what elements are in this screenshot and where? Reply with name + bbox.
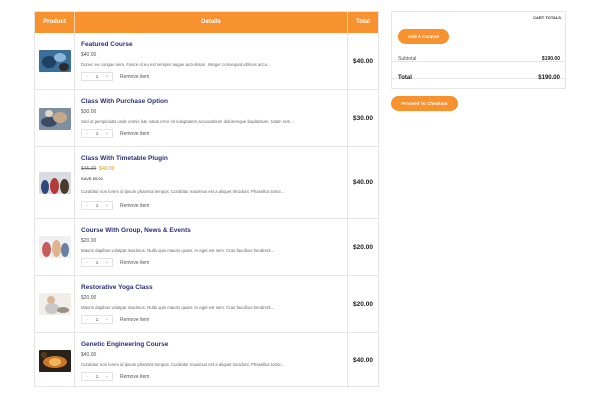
quantity-value[interactable]: 1 — [92, 374, 102, 379]
product-description: Curabitur non lorem id ipsum pharetra te… — [81, 362, 285, 367]
product-description: Curabitur non lorem id ipsum pharetra te… — [81, 189, 285, 194]
product-thumbnail[interactable] — [39, 50, 71, 72]
product-thumbnail[interactable] — [39, 108, 71, 130]
table-header: Product Details Total — [35, 12, 378, 33]
product-title[interactable]: Featured Course — [81, 41, 133, 48]
sale-price: $40.00 — [99, 166, 115, 172]
increase-button[interactable]: + — [102, 203, 112, 208]
increase-button[interactable]: + — [102, 131, 112, 136]
quantity-stepper: - 1 + — [81, 201, 113, 210]
increase-button[interactable]: + — [102, 260, 112, 265]
decrease-button[interactable]: - — [82, 374, 92, 379]
quantity-value[interactable]: 1 — [92, 260, 102, 265]
quantity-stepper: - 1 + — [81, 72, 113, 81]
product-thumbnail[interactable] — [39, 350, 71, 372]
table-body: Featured Course $40.00 Donec eu congue s… — [35, 33, 378, 388]
product-description: Mauris dapibus volutpat maximus. Nulla q… — [81, 248, 275, 253]
product-price: $40.00 — [81, 52, 97, 58]
divider — [392, 61, 565, 62]
product-description: Donec eu congue sem. Fusce ut eu est sem… — [81, 62, 271, 67]
increase-button[interactable]: + — [102, 317, 112, 322]
header-product: Product — [35, 12, 75, 33]
row-total: $40.00 — [353, 57, 373, 65]
product-thumbnail[interactable] — [39, 293, 71, 315]
header-total: Total — [356, 19, 370, 25]
subtotal-label: Subtotal — [398, 56, 417, 62]
product-title[interactable]: Class With Timetable Plugin — [81, 155, 168, 162]
product-price: $20.00 — [81, 238, 97, 244]
quantity-stepper: - 1 + — [81, 258, 113, 267]
product-price: $45.00 $40.00 — [81, 166, 115, 172]
row-total: $40.00 — [353, 179, 373, 186]
table-row: Restorative Yoga Class $20.00 Mauris dap… — [35, 276, 378, 333]
remove-item-link[interactable]: Remove item — [120, 317, 149, 323]
row-total: $20.00 — [353, 300, 373, 308]
product-description: Sed ut perspiciatis unde omnis iste natu… — [81, 119, 294, 124]
remove-item-link[interactable]: Remove item — [120, 203, 149, 209]
quantity-stepper: - 1 + — [81, 315, 113, 324]
table-row: Class With Purchase Option $30.00 Sed ut… — [35, 90, 378, 147]
quantity-value[interactable]: 1 — [92, 74, 102, 79]
product-thumbnail[interactable] — [39, 172, 71, 194]
quantity-value[interactable]: 1 — [92, 317, 102, 322]
table-row: Featured Course $40.00 Donec eu congue s… — [35, 33, 378, 90]
product-title[interactable]: Course With Group, News & Events — [81, 227, 191, 234]
remove-item-link[interactable]: Remove item — [120, 131, 149, 137]
row-total: $30.00 — [353, 114, 373, 122]
remove-item-link[interactable]: Remove item — [120, 374, 149, 380]
product-title[interactable]: Class With Purchase Option — [81, 98, 168, 105]
quantity-value[interactable]: 1 — [92, 131, 102, 136]
remove-item-link[interactable]: Remove item — [120, 260, 149, 266]
table-row: Course With Group, News & Events $20.00 … — [35, 219, 378, 276]
savings-badge: SAVE $5.00 — [81, 176, 103, 181]
remove-item-link[interactable]: Remove item — [120, 74, 149, 80]
product-price: $30.00 — [81, 109, 97, 115]
table-row: Genetic Engineering Course $40.00 Curabi… — [35, 333, 378, 388]
product-thumbnail[interactable] — [39, 236, 71, 258]
decrease-button[interactable]: - — [82, 131, 92, 136]
proceed-to-checkout-button[interactable]: Proceed To Checkout — [391, 96, 458, 111]
increase-button[interactable]: + — [102, 374, 112, 379]
subtotal-value: $190.00 — [541, 56, 560, 62]
row-total: $40.00 — [353, 357, 373, 364]
cart-table: Product Details Total Featured Course $4… — [34, 11, 379, 388]
decrease-button[interactable]: - — [82, 260, 92, 265]
product-price: $40.00 — [81, 352, 97, 358]
table-row: Class With Timetable Plugin $45.00 $40.00… — [35, 147, 378, 219]
cart-totals-panel: CART TOTALS Add A Coupon Subtotal $190.0… — [391, 11, 566, 89]
product-title[interactable]: Restorative Yoga Class — [81, 284, 153, 291]
increase-button[interactable]: + — [102, 74, 112, 79]
cart-totals-title: CART TOTALS — [533, 15, 561, 20]
decrease-button[interactable]: - — [82, 317, 92, 322]
decrease-button[interactable]: - — [82, 74, 92, 79]
header-details: Details — [75, 12, 348, 33]
decrease-button[interactable]: - — [82, 203, 92, 208]
total-label: Total — [398, 75, 412, 81]
original-price: $45.00 — [81, 166, 97, 172]
product-price: $20.00 — [81, 295, 97, 301]
row-total: $20.00 — [353, 243, 373, 251]
add-coupon-button[interactable]: Add A Coupon — [398, 29, 449, 44]
quantity-value[interactable]: 1 — [92, 203, 102, 208]
product-title[interactable]: Genetic Engineering Course — [81, 341, 168, 348]
product-description: Mauris dapibus volutpat maximus. Nulla q… — [81, 305, 275, 310]
quantity-stepper: - 1 + — [81, 372, 113, 381]
total-value: $190.00 — [538, 75, 560, 81]
quantity-stepper: - 1 + — [81, 129, 113, 138]
